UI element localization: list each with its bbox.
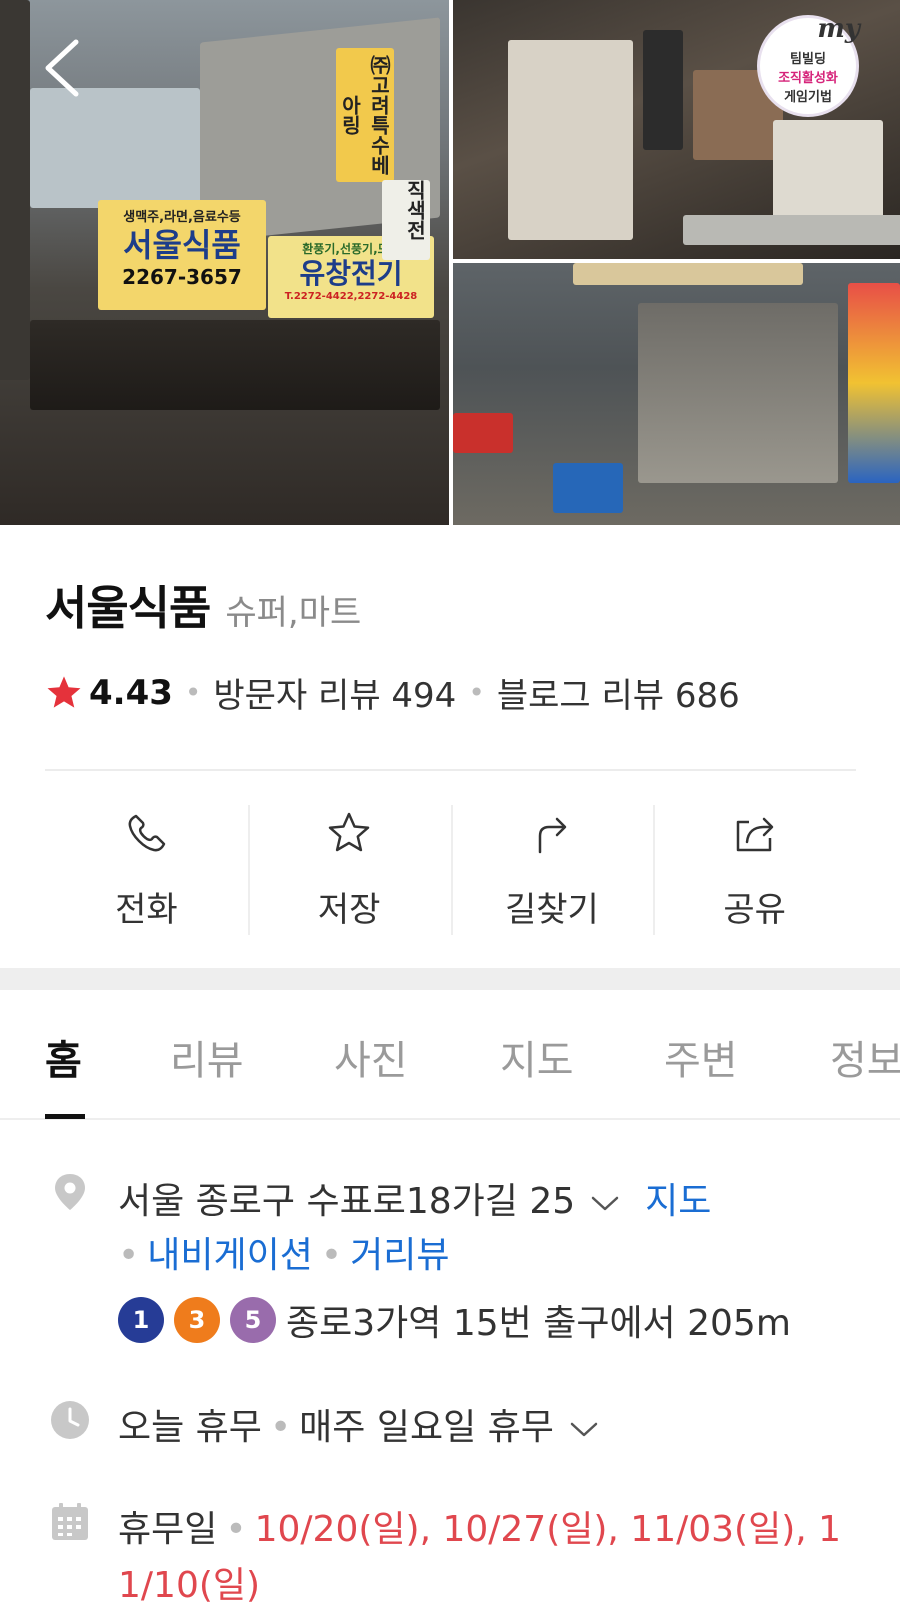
subway-row: 1 3 5 종로3가역 15번 출구에서 205m [118,1294,791,1346]
separator-dot: • [269,1407,292,1448]
address-links-row: • 내비게이션 • 거리뷰 [118,1226,449,1278]
back-button[interactable] [38,36,88,100]
sign-jiksaek: 직색전 [382,180,430,260]
visitor-reviews-link[interactable]: 방문자 리뷰 494 [213,668,456,717]
photo-building [30,88,200,208]
subway-directions-text: 종로3가역 15번 출구에서 205m [286,1303,791,1344]
photo-fridge [508,40,633,240]
section-gap [0,968,900,990]
promo-badge[interactable]: my 팀빌딩 조직활성화 게임기법 [760,14,860,114]
photo-box [773,120,883,230]
photo-dark-sign [643,30,683,150]
place-category: 슈퍼,마트 [225,593,362,633]
holidays-dates-line1: 10/20(일), 10/27(일), 11/03(일), 1 [254,1509,842,1550]
place-title-row: 서울식품 슈퍼,마트 [45,572,361,638]
photo-alley[interactable] [453,263,900,525]
subway-line-1-badge: 1 [118,1297,164,1343]
street-view-link[interactable]: 거리뷰 [350,1235,449,1276]
rating-row: 4.43 • 방문자 리뷰 494 • 블로그 리뷰 686 [45,668,740,717]
hours-today: 오늘 휴무 [118,1407,262,1448]
subway-line-5-badge: 5 [230,1297,276,1343]
photo-awning [30,320,440,410]
location-pin-icon [55,1174,85,1210]
badge-line2: 조직활성화 [778,71,838,86]
divider [45,769,856,771]
sign-goryeo-name: ㈜고려특수베아링 [338,55,391,175]
subway-line-3-badge: 3 [174,1297,220,1343]
hours-detail: 매주 일요일 휴무 [299,1407,554,1448]
map-link[interactable]: 지도 [645,1181,711,1222]
sign-jiksaek-name: 직색전 [403,180,427,240]
sign-yuchang-phone: T.2272-4422,2272-4428 [284,291,418,302]
star-filled-icon [47,675,81,708]
holidays-row-cont: 1/10(일) [118,1556,260,1608]
navigation-link[interactable]: 내비게이션 [147,1235,313,1276]
tab-bar: 홈 리뷰 사진 지도 주변 정보 [0,990,900,1120]
holidays-label: 휴무일 [118,1509,218,1550]
share-label: 공유 [723,890,786,930]
tab-active-indicator [45,1114,85,1119]
tab-home[interactable]: 홈 [45,1028,82,1086]
hours-row[interactable]: 오늘 휴무 • 매주 일요일 휴무 [118,1398,600,1450]
separator-dot: • [184,676,202,709]
place-name: 서울식품 [45,581,211,635]
star-outline-icon [328,812,370,852]
photo-alley-sign [573,263,803,285]
photo-blue-crate [553,463,623,513]
directions-label: 길찾기 [504,890,599,930]
share-button[interactable]: 공유 [653,800,856,935]
directions-button[interactable]: 길찾기 [450,800,654,935]
directions-icon [538,817,567,854]
photo-alley-depth [638,303,838,483]
address-row: 서울 종로구 수표로18가길 25 지도 [118,1172,711,1224]
separator-dot: • [225,1509,247,1550]
address-text: 서울 종로구 수표로18가길 25 [118,1181,576,1222]
action-bar: 전화 저장 길찾기 공유 [45,800,856,935]
sign-seoul-food-phone: 2267-3657 [122,265,242,289]
tab-photos[interactable]: 사진 [334,1028,408,1086]
tab-nearby[interactable]: 주변 [664,1028,738,1086]
tabs-divider [0,1118,900,1120]
badge-my: my [817,14,860,44]
holidays-row: 휴무일 • 10/20(일), 10/27(일), 11/03(일), 1 [118,1500,841,1552]
tab-info[interactable]: 정보 [830,1028,900,1086]
sign-seoul-food: 생맥주,라면,음료수등 서울식품 2267-3657 [98,200,266,310]
sign-seoul-food-top: 생맥주,라면,음료수등 [123,210,241,225]
phone-icon [128,814,166,852]
save-label: 저장 [317,890,381,930]
save-button[interactable]: 저장 [247,800,451,935]
sign-seoul-food-name: 서울식품 [123,226,241,264]
call-button[interactable]: 전화 [45,800,248,935]
separator-dot: • [320,1235,343,1276]
chevron-down-icon[interactable] [568,1413,600,1445]
sign-yuchang-name: 유창전기 [299,257,403,290]
call-label: 전화 [115,890,178,930]
photo-red-sign [453,413,513,453]
photo-gallery[interactable]: 생맥주,라면,음료수등 서울식품 2267-3657 환풍기,선풍기,모터 유창… [0,0,900,525]
photo-shadow-wall [0,0,30,380]
tab-map[interactable]: 지도 [500,1028,574,1086]
badge-line3: 게임기법 [784,90,832,105]
holidays-dates-line2: 1/10(일) [118,1565,261,1606]
separator-dot: • [118,1235,140,1276]
calendar-icon [52,1503,88,1540]
separator-dot: • [468,676,485,709]
chevron-left-icon [45,39,79,97]
photo-counter [683,215,900,245]
badge-line1: 팀빌딩 [790,52,826,67]
rating-value: 4.43 [89,672,173,713]
share-icon [736,817,773,852]
clock-icon [51,1401,89,1439]
blog-reviews-link[interactable]: 블로그 리뷰 686 [497,668,740,717]
sign-goryeo: ㈜고려특수베아링 [336,48,394,182]
chevron-down-icon[interactable] [589,1187,621,1219]
tab-reviews[interactable]: 리뷰 [170,1028,244,1086]
photo-side-banner [848,283,900,483]
